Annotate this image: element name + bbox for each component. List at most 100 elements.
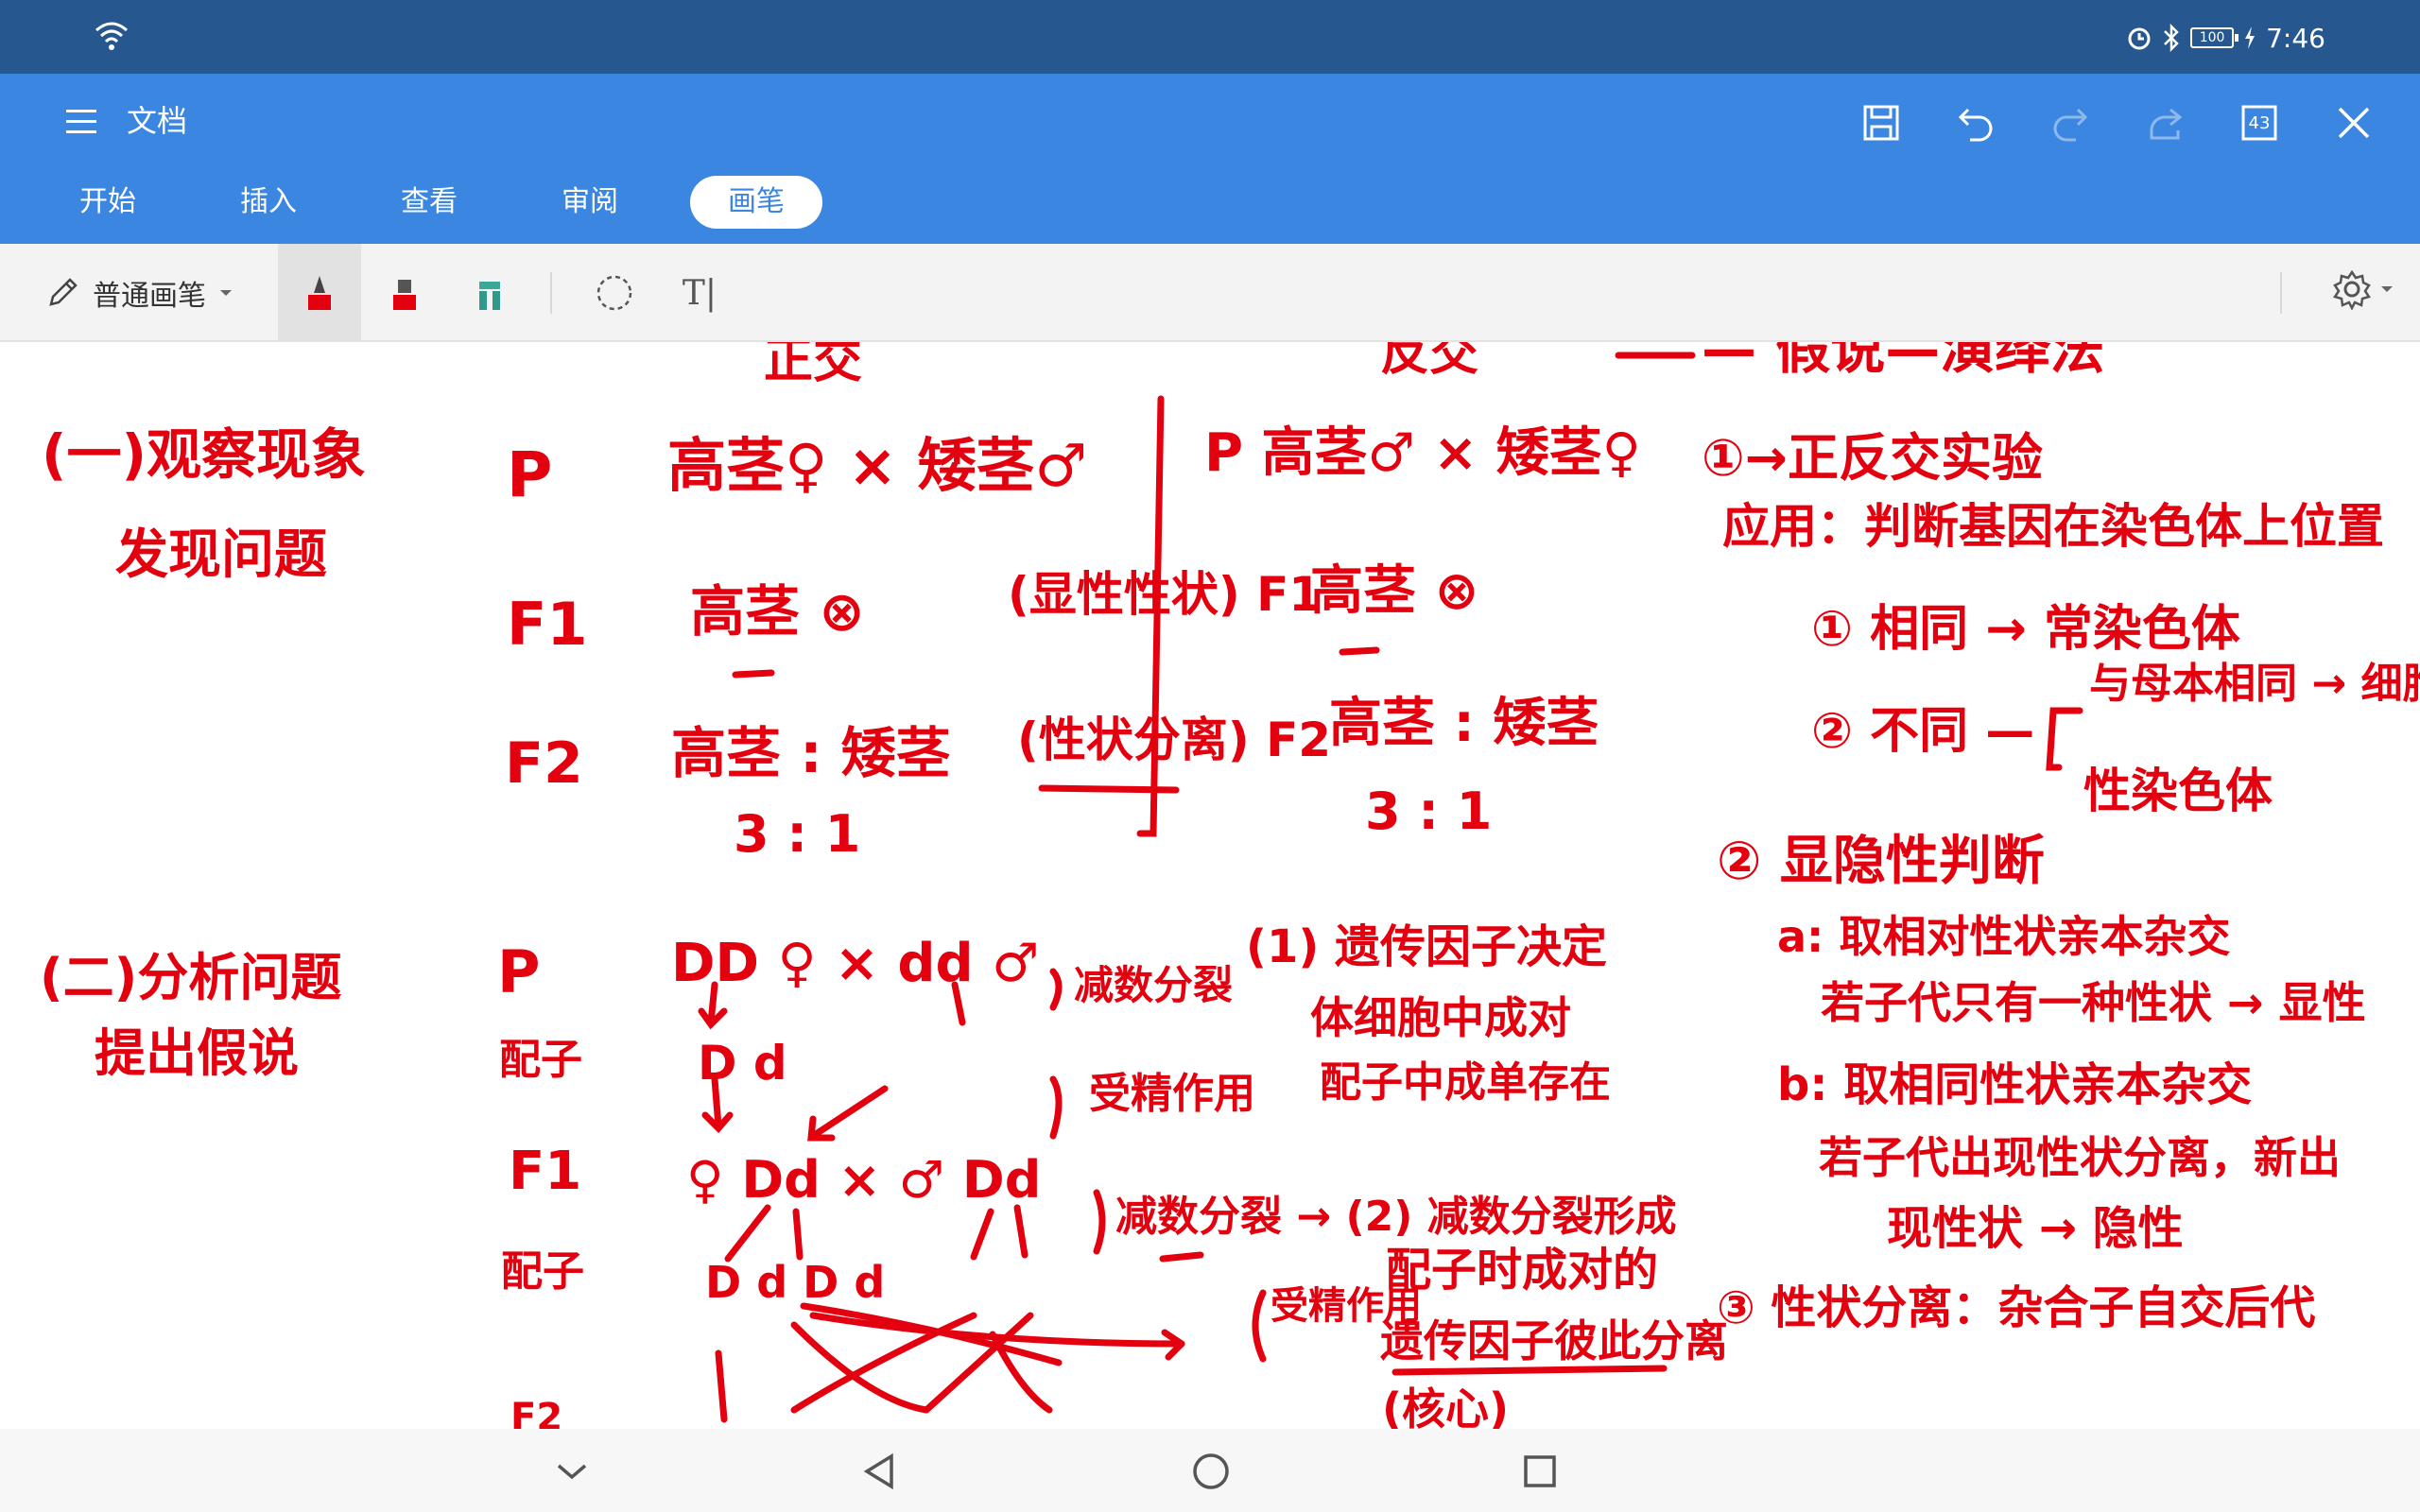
ink-mid-3: 配子中成单存在 [1320,1058,1611,1107]
ink-right-6: 性染色体 [2083,764,2273,818]
ink-row2-gamete: 配子 [499,1036,582,1084]
ink-row2-f1: F1 [509,1141,582,1202]
highlighter-icon [479,282,500,310]
hide-keyboard-button[interactable] [539,1438,605,1504]
save-button[interactable] [1853,94,1910,151]
home-circle-icon [1193,1453,1229,1489]
clock: 7:46 [2266,22,2325,54]
share-icon [2150,108,2183,140]
tab-review[interactable]: 审阅 [529,176,650,229]
ink-right-3: ① 相同 → 常染色体 [1811,601,2240,658]
ink-genotype-p: DD ♀ × dd ♂ [671,933,1040,994]
ink-zhengjiao: 正交 [764,342,863,389]
redo-icon [2053,108,2088,142]
ink-right-11: 若子代出现性状分离，新出 [1819,1132,2341,1183]
undo-icon [1958,108,1993,142]
ink-section1-sub: 发现问题 [115,524,327,586]
text-tool[interactable]: T| [658,244,741,342]
ink-gametes-2: D d D d [705,1257,886,1308]
lasso-tool[interactable] [573,244,656,342]
toolbar-separator [550,272,552,314]
back-button[interactable] [847,1438,913,1504]
tab-insert[interactable]: 插入 [208,176,329,229]
pen-type-label: 普通画笔 [93,280,206,313]
pencil-icon [49,278,78,306]
ink-gametes-1: D d [698,1036,787,1091]
close-icon [2338,107,2370,139]
ink-right-12: 现性状 → 隐性 [1887,1202,2184,1255]
ink-right-8: a: 取相对性状亲本杂交 [1777,911,2231,962]
pen-toolbar: 普通画笔 T| [0,244,2420,342]
ink-mid-6: (核心) [1382,1383,1510,1429]
lasso-icon [596,275,632,311]
marker-red-icon [393,280,416,310]
undo-button[interactable] [1947,94,2004,151]
ink-mid-5: 遗传因子彼此分离 [1380,1315,1728,1366]
page-count-button[interactable]: 43 [2231,94,2288,151]
ink-right-7: ② 显隐性判断 [1717,831,2045,892]
ink-fertilization: 受精作用 [1089,1070,1255,1118]
title-actions: 43 [1853,94,2382,151]
ink-cross-left-p: 高茎♀ × 矮茎♂ [667,431,1088,500]
recents-button[interactable] [1507,1438,1573,1504]
ink-cross-right-ratio: 3 : 1 [1365,782,1493,841]
wifi-icon [95,22,128,50]
ink-right-2: 应用：判断基因在染色体上位置 [1722,499,2384,554]
ink-right-10: b: 取相同性状亲本杂交 [1777,1058,2253,1111]
app-titlebar: 文档 43 开始 插入 查看 审阅 画笔 [0,74,2420,244]
marker-tool[interactable] [363,244,446,342]
ink-right-1: ①→正反交实验 [1702,428,2043,488]
menu-icon[interactable] [62,102,100,140]
ink-right-4: 与母本相同 → 细胞质遗传 [2089,660,2420,708]
tab-pen[interactable]: 画笔 [690,176,822,229]
document-title: 文档 [127,103,188,139]
ink-mid-1: (1) 遗传因子决定 [1246,920,1607,973]
ribbon-tabs: 开始 插入 查看 审阅 画笔 [47,176,862,229]
ink-row-p: P [507,438,553,511]
tab-start[interactable]: 开始 [47,176,168,229]
ink-section2-title: (二)分析问题 [40,948,342,1007]
ink-right-9: 若子代只有一种性状 → 显性 [1821,977,2366,1028]
toolbar-separator-right [2280,272,2282,314]
ink-row2-gamete2: 配子 [501,1247,584,1296]
ink-genotype-f1: ♀ Dd × ♂ Dd [686,1150,1042,1210]
chevron-down-icon [557,1464,587,1480]
text-tool-label: T| [682,273,717,313]
share-button[interactable] [2136,94,2193,151]
pen-type-dropdown[interactable]: 普通画笔 [45,268,233,318]
alarm-icon [2128,27,2151,50]
close-button[interactable] [2325,94,2382,151]
ink-cross-left-ratio: 3 : 1 [734,804,861,864]
ink-method: — 假说—演绎法 [1702,342,2105,381]
ink-canvas[interactable]: 正交 反交 — 假说—演绎法 (一)观察现象 发现问题 P F1 F2 高茎♀ … [0,342,2420,1429]
ink-cross-left-f1: 高茎 ⊗ [690,579,865,644]
home-button[interactable] [1178,1438,1244,1504]
redo-button[interactable] [2042,94,2099,151]
ink-row2-f2: F2 [510,1396,563,1429]
tab-view[interactable]: 查看 [369,176,490,229]
ink-meiosis: 减数分裂 [1074,962,1234,1008]
ink-cross-right-f1-label: (显性性状) F1 [1008,567,1322,622]
page-count: 43 [2248,112,2271,133]
ink-cross-left-f2: 高茎 : 矮茎 [671,721,951,785]
save-icon [1863,105,1899,141]
bluetooth-icon [2164,24,2179,52]
ink-cross-right-p: P 高茎♂ × 矮茎♀ [1204,422,1641,484]
recents-square-icon [1524,1455,1556,1487]
ballpoint-pen-tool[interactable] [278,244,361,342]
ink-section2-sub: 提出假说 [95,1023,299,1083]
charging-icon [2245,26,2256,49]
system-navbar [0,1429,2420,1512]
caret-down-icon [2381,286,2393,292]
caret-down-icon [220,290,232,296]
ink-right-5: ② 不同 — [1811,703,2035,760]
battery-icon: 100 [2190,27,2239,48]
ink-cross-right-f2: 高茎 : 矮茎 [1329,693,1599,754]
back-triangle-icon [863,1452,893,1490]
settings-dropdown[interactable] [2331,268,2394,310]
ink-section1-title: (一)观察现象 [42,422,367,487]
highlighter-tool[interactable] [448,244,531,342]
pen-red-icon [308,276,331,310]
ink-right-13: ③ 性状分离：杂合子自交后代 [1717,1281,2316,1334]
status-bar: 100 7:46 [0,0,2420,74]
